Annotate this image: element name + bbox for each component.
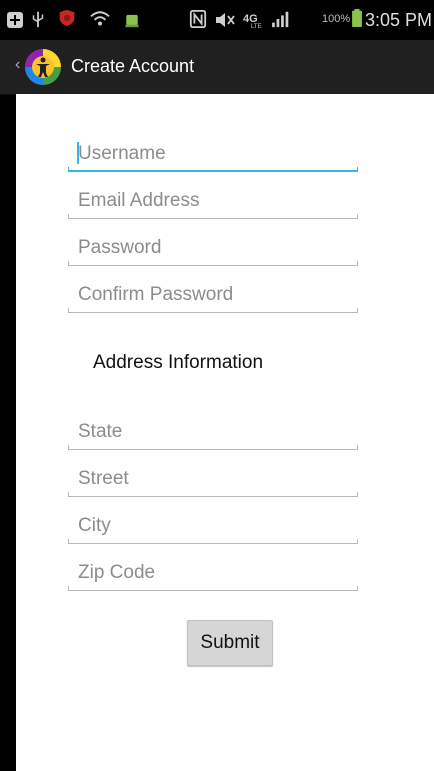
state-field bbox=[68, 414, 358, 454]
add-notification-icon bbox=[7, 12, 23, 28]
password-field bbox=[68, 230, 358, 270]
state-input[interactable] bbox=[68, 414, 358, 450]
zip-code-input[interactable] bbox=[68, 555, 358, 591]
password-input[interactable] bbox=[68, 230, 358, 266]
status-bar: 4G LTE 100% 3:05 PM bbox=[0, 0, 434, 40]
street-field bbox=[68, 461, 358, 501]
city-underline bbox=[68, 539, 358, 544]
battery-percent: 100% bbox=[322, 13, 351, 25]
email-underline bbox=[68, 214, 358, 219]
nfc-icon bbox=[189, 10, 207, 28]
submit-button[interactable]: Submit bbox=[187, 620, 273, 666]
city-input[interactable] bbox=[68, 508, 358, 544]
email-field bbox=[68, 183, 358, 223]
password-underline bbox=[68, 261, 358, 266]
signal-icon bbox=[272, 11, 289, 28]
username-field bbox=[68, 136, 358, 176]
app-logo-icon[interactable] bbox=[24, 48, 62, 86]
street-input[interactable] bbox=[68, 461, 358, 497]
mute-icon bbox=[216, 13, 235, 27]
email-input[interactable] bbox=[68, 183, 358, 219]
action-bar: ‹ Create Account bbox=[0, 40, 434, 95]
svg-text:LTE: LTE bbox=[251, 24, 262, 29]
up-caret-icon[interactable]: ‹ bbox=[15, 56, 20, 74]
confirm-password-input[interactable] bbox=[68, 277, 358, 313]
battery-icon bbox=[352, 9, 362, 27]
shield-icon bbox=[59, 9, 75, 27]
zip-code-underline bbox=[68, 586, 358, 591]
clock-time: 3:05 PM bbox=[364, 10, 432, 30]
wifi-hotspot-icon bbox=[90, 11, 110, 26]
create-account-form: Address Information Submit bbox=[16, 94, 434, 771]
4g-lte-icon: 4G LTE bbox=[243, 13, 262, 29]
confirm-password-underline bbox=[68, 308, 358, 313]
screen-title: Create Account bbox=[71, 56, 195, 76]
username-input[interactable] bbox=[68, 136, 358, 172]
street-underline bbox=[68, 492, 358, 497]
zip-code-field bbox=[68, 555, 358, 595]
android-icon bbox=[125, 14, 139, 28]
state-underline bbox=[68, 445, 358, 450]
username-underline bbox=[68, 167, 358, 172]
confirm-password-field bbox=[68, 277, 358, 317]
usb-icon bbox=[32, 11, 44, 28]
city-field bbox=[68, 508, 358, 548]
text-cursor bbox=[77, 142, 79, 164]
address-section-title: Address Information bbox=[93, 352, 264, 373]
